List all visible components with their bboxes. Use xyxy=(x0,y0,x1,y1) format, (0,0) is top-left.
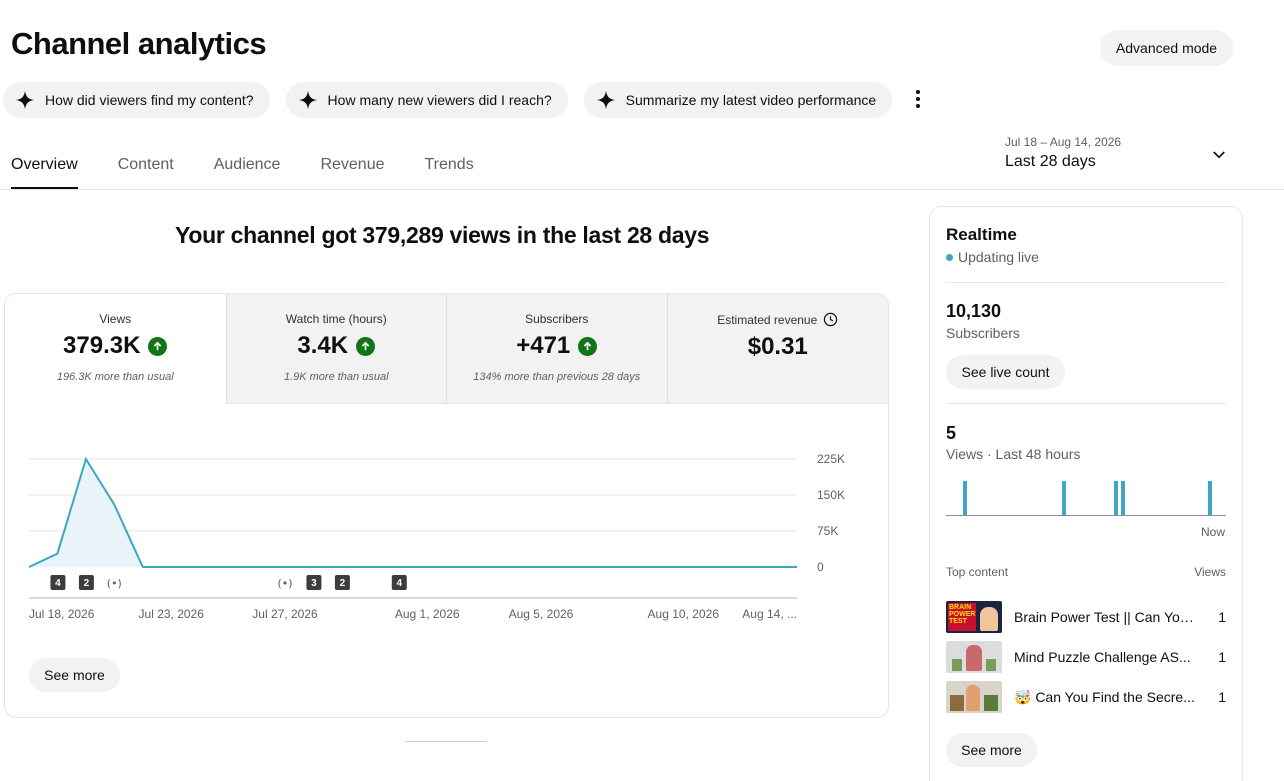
top-content-item[interactable]: Mind Puzzle Challenge AS... 1 xyxy=(946,641,1226,673)
subscriber-count: 10,130 xyxy=(946,301,1002,321)
status-text: Updating live xyxy=(958,249,1039,265)
realtime-bar xyxy=(1208,481,1212,515)
date-range-picker[interactable]: Jul 18 – Aug 14, 2026 Last 28 days xyxy=(1005,135,1121,171)
video-title: 🤯 Can You Find the Secre... xyxy=(1014,688,1195,705)
divider xyxy=(946,403,1226,404)
realtime-views-count: 5 xyxy=(946,423,957,443)
tab-overview[interactable]: Overview xyxy=(11,140,78,189)
chip-new-viewers[interactable]: How many new viewers did I reach? xyxy=(285,82,568,118)
top-content-item[interactable]: BRAIN POWER TEST Brain Power Test || Can… xyxy=(946,601,1226,633)
realtime-bar xyxy=(963,481,967,515)
chip-label: How did viewers find my content? xyxy=(45,92,254,108)
scroll-indicator xyxy=(405,741,487,742)
upload-count: 4 xyxy=(55,578,61,589)
realtime-bar-chart xyxy=(946,481,1226,516)
chip-find-content[interactable]: How did viewers find my content? xyxy=(3,82,270,118)
video-views: 1 xyxy=(1218,649,1226,665)
views-column-label: Views xyxy=(1194,565,1226,579)
suggestion-chips: How did viewers find my content? How man… xyxy=(3,82,893,118)
tab-trends[interactable]: Trends xyxy=(425,140,474,189)
see-live-count-button[interactable]: See live count xyxy=(946,355,1065,389)
views-chart: 225K 150K 75K 0 4 2 (•) (•) 3 2 4 Jul 18, 2026 Jul 2… xyxy=(28,452,845,621)
video-title: Mind Puzzle Challenge AS... xyxy=(1014,649,1191,665)
realtime-status: Updating live xyxy=(946,249,1039,265)
now-label: Now xyxy=(1201,525,1226,539)
y-tick-label: 225K xyxy=(817,452,845,466)
chip-label: How many new viewers did I reach? xyxy=(327,92,552,108)
live-stream-icon: (•) xyxy=(107,577,122,590)
realtime-bar xyxy=(1121,481,1125,515)
realtime-card: Realtime Updating live 10,130 Subscriber… xyxy=(929,206,1243,781)
realtime-bar xyxy=(1062,481,1066,515)
tab-revenue[interactable]: Revenue xyxy=(320,140,384,189)
live-stream-icon: (•) xyxy=(277,577,292,590)
tab-content[interactable]: Content xyxy=(118,140,174,189)
x-tick-label: Aug 10, 2026 xyxy=(648,607,720,621)
realtime-title: Realtime xyxy=(946,225,1017,244)
realtime-see-more-button[interactable]: See more xyxy=(946,733,1037,767)
y-tick-label: 150K xyxy=(817,488,845,502)
video-thumbnail xyxy=(946,681,1002,713)
x-tick-label: Aug 5, 2026 xyxy=(509,607,574,621)
top-content-label: Top content xyxy=(946,565,1009,579)
y-tick-label: 75K xyxy=(817,524,838,538)
chip-label: Summarize my latest video performance xyxy=(625,92,877,108)
chevron-down-icon[interactable] xyxy=(1210,146,1228,164)
video-thumbnail xyxy=(946,641,1002,673)
tab-bar: Overview Content Audience Revenue Trends xyxy=(11,140,474,189)
upload-count: 2 xyxy=(84,578,90,589)
upload-count: 2 xyxy=(340,578,346,589)
upload-count: 3 xyxy=(311,578,317,589)
overview-card: Views 379.3K 196.3K more than usual Watc… xyxy=(4,293,889,718)
x-tick-label: Jul 23, 2026 xyxy=(139,607,205,621)
live-dot-icon xyxy=(946,253,953,261)
video-title: Brain Power Test || Can You... xyxy=(1014,609,1196,625)
views-area xyxy=(29,459,797,567)
advanced-mode-button[interactable]: Advanced mode xyxy=(1100,30,1233,66)
sparkle-icon xyxy=(596,90,615,110)
x-tick-label: Jul 18, 2026 xyxy=(29,607,95,621)
divider xyxy=(946,282,1226,283)
subscriber-label: Subscribers xyxy=(946,325,1020,341)
x-tick-label: Jul 27, 2026 xyxy=(252,607,318,621)
views-line xyxy=(28,456,797,568)
thumb-text: BRAIN POWER TEST xyxy=(949,604,976,625)
realtime-bar xyxy=(1114,481,1118,515)
realtime-views-label: Views · Last 48 hours xyxy=(946,446,1081,462)
date-range-dates: Jul 18 – Aug 14, 2026 xyxy=(1005,135,1122,149)
tab-audience[interactable]: Audience xyxy=(214,140,281,189)
chip-summarize[interactable]: Summarize my latest video performance xyxy=(583,82,893,118)
y-tick-label: 0 xyxy=(817,560,824,574)
video-views: 1 xyxy=(1218,609,1226,625)
sparkle-icon xyxy=(298,90,317,110)
page-title: Channel analytics xyxy=(11,26,267,61)
tabs-divider xyxy=(0,189,1284,190)
top-content-header: Top content Views xyxy=(946,565,1226,579)
see-more-button[interactable]: See more xyxy=(29,658,120,692)
views-headline: Your channel got 379,289 views in the la… xyxy=(175,222,710,248)
upload-count: 4 xyxy=(396,578,402,589)
date-range-label: Last 28 days xyxy=(1005,153,1096,170)
more-options-icon[interactable] xyxy=(908,88,928,110)
video-thumbnail: BRAIN POWER TEST xyxy=(946,601,1002,633)
sparkle-icon xyxy=(15,90,35,110)
top-content-item[interactable]: 🤯 Can You Find the Secre... 1 xyxy=(946,681,1226,713)
x-tick-label: Aug 14, ... xyxy=(742,607,797,621)
video-views: 1 xyxy=(1218,689,1226,705)
x-tick-label: Aug 1, 2026 xyxy=(395,607,460,621)
